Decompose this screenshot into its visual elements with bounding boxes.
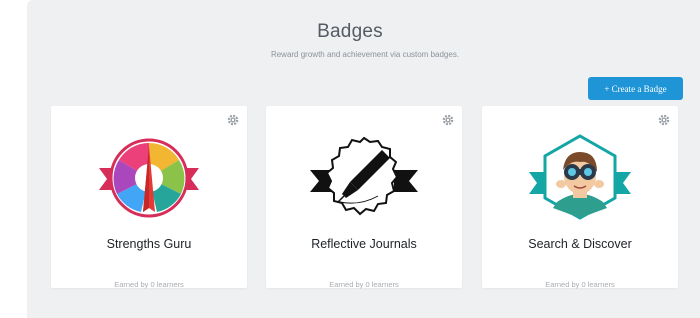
badge-earned-count: Earned by 0 learners	[114, 280, 184, 289]
badge-earned-count: Earned by 0 learners	[545, 280, 615, 289]
gear-icon[interactable]	[658, 114, 670, 126]
fountain-pen-badge-icon	[310, 136, 418, 216]
badge-card-strengths-guru[interactable]: Strengths Guru Earned by 0 learners	[51, 106, 247, 289]
explorer-binoculars-badge-icon	[529, 134, 631, 220]
gear-icon[interactable]	[227, 114, 239, 126]
badge-card-reflective-journals[interactable]: Reflective Journals Earned by 0 learners	[266, 106, 462, 289]
page-subtitle: Reward growth and achievement via custom…	[270, 50, 460, 59]
create-badge-button[interactable]: + Create a Badge	[588, 77, 683, 100]
compass-badge-icon	[99, 138, 199, 218]
badge-name: Reflective Journals	[311, 237, 417, 251]
page-title: Badges	[317, 21, 383, 42]
badge-card-search-discover[interactable]: Search & Discover Earned by 0 learners	[482, 106, 678, 289]
badge-name: Strengths Guru	[106, 237, 192, 251]
badge-name: Search & Discover	[528, 237, 632, 251]
badge-earned-count: Earned by 0 learners	[329, 280, 399, 289]
gear-icon[interactable]	[442, 114, 454, 126]
